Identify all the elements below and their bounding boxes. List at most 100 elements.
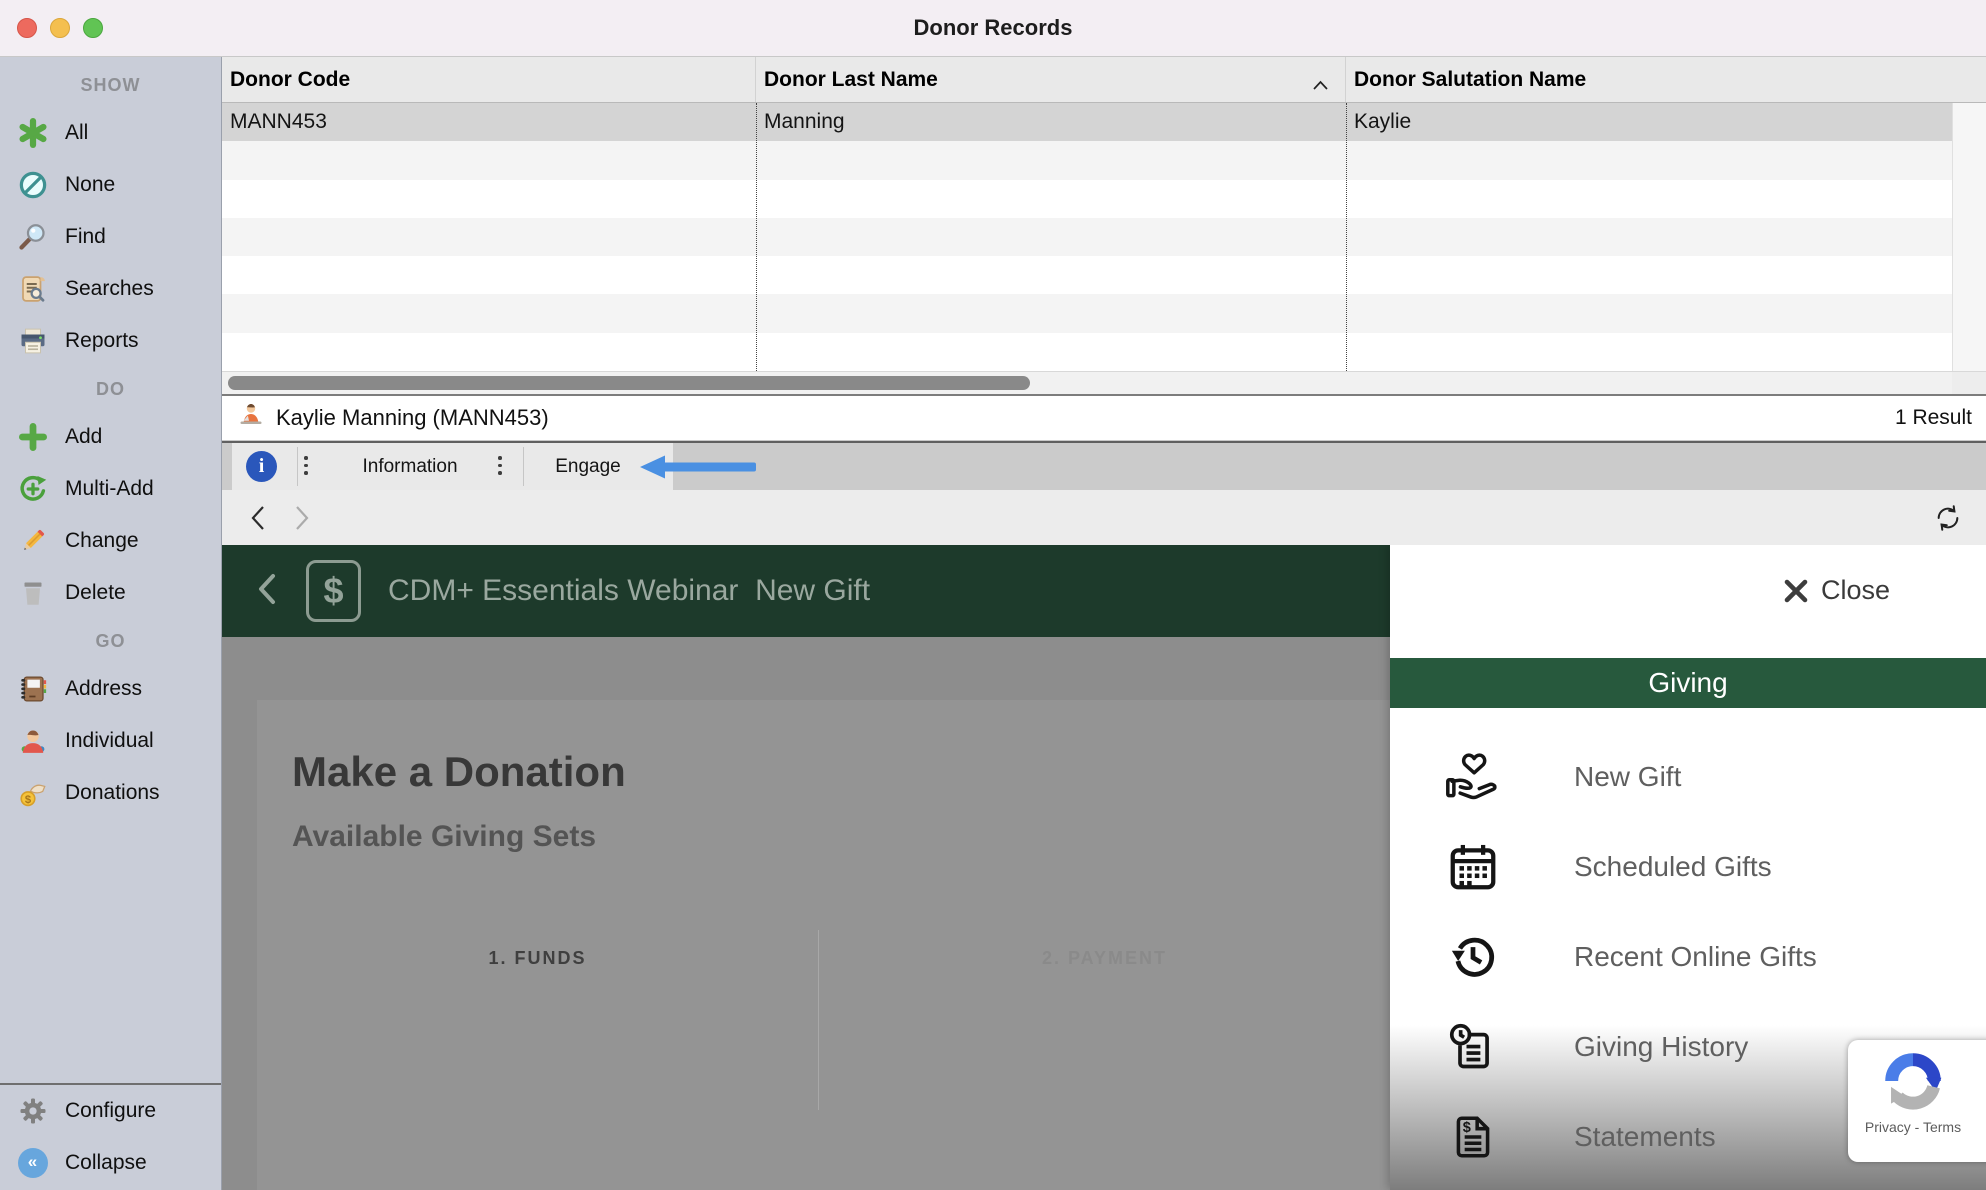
address-book-icon xyxy=(17,674,48,705)
sidebar-item-delete[interactable]: Delete xyxy=(0,567,221,619)
cell-donor-code: MANN453 xyxy=(222,103,756,141)
recaptcha-badge[interactable]: Privacy - Terms xyxy=(1848,1040,1986,1162)
sidebar-item-label: Reports xyxy=(65,329,139,353)
heart-hand-icon xyxy=(1444,748,1502,806)
menu-item-new-gift[interactable]: New Gift xyxy=(1390,732,1986,822)
sidebar-item-collapse[interactable]: « Collapse xyxy=(0,1137,221,1189)
column-label: Donor Code xyxy=(230,68,350,92)
recaptcha-privacy-terms[interactable]: Privacy - Terms xyxy=(1848,1119,1978,1135)
selected-record: Kaylie Manning (MANN453) xyxy=(236,400,549,436)
menu-item-label: Recent Online Gifts xyxy=(1574,941,1817,973)
sidebar-item-label: Configure xyxy=(65,1099,156,1123)
drag-handle-icon[interactable] xyxy=(498,456,502,475)
sidebar-item-individual[interactable]: Individual xyxy=(0,715,221,767)
circle-slash-icon xyxy=(17,170,48,201)
close-window-button[interactable] xyxy=(17,18,37,38)
history-clock-icon xyxy=(1444,928,1502,986)
zoom-window-button[interactable] xyxy=(83,18,103,38)
svg-text:$: $ xyxy=(24,794,31,806)
printer-icon xyxy=(17,326,48,357)
menu-item-scheduled-gifts[interactable]: Scheduled Gifts xyxy=(1390,822,1986,912)
magnifier-icon xyxy=(17,222,48,253)
sidebar-item-configure[interactable]: Configure xyxy=(0,1085,221,1137)
sidebar-item-find[interactable]: Find xyxy=(0,211,221,263)
chevron-left-icon[interactable] xyxy=(256,572,278,611)
document-clock-icon xyxy=(1444,1018,1502,1076)
window-title: Donor Records xyxy=(0,15,1986,41)
sidebar-item-all[interactable]: All xyxy=(0,107,221,159)
tab-label: Engage xyxy=(555,456,621,478)
horizontal-scrollbar-thumb[interactable] xyxy=(228,376,1030,390)
webinar-header: $ CDM+ Essentials Webinar New Gift xyxy=(222,545,1390,637)
sidebar-item-label: Collapse xyxy=(65,1151,147,1175)
donation-title: Make a Donation xyxy=(292,748,1390,796)
forward-icon[interactable] xyxy=(288,504,314,537)
svg-text:$: $ xyxy=(1463,1120,1471,1136)
sidebar-item-donations[interactable]: $ Donations xyxy=(0,767,221,819)
donation-subtitle: Available Giving Sets xyxy=(292,820,1390,854)
menu-item-label: Giving History xyxy=(1574,1031,1748,1063)
sidebar-item-label: Delete xyxy=(65,581,126,605)
cell-donor-salutation: Kaylie xyxy=(1346,103,1952,141)
webview-nav-bar xyxy=(222,490,1986,545)
asterisk-icon xyxy=(17,118,48,149)
sidebar-item-multi-add[interactable]: Multi-Add xyxy=(0,463,221,515)
menu-item-recent-online-gifts[interactable]: Recent Online Gifts xyxy=(1390,912,1986,1002)
refresh-icon[interactable] xyxy=(1932,502,1964,539)
dollar-document-icon: $ xyxy=(1444,1108,1502,1166)
table-row-empty xyxy=(222,180,1986,218)
close-button[interactable]: Close xyxy=(1783,575,1890,606)
selected-record-label: Kaylie Manning (MANN453) xyxy=(276,405,549,431)
step-funds[interactable]: 1. FUNDS xyxy=(257,930,818,1110)
tab-information[interactable]: Information xyxy=(297,443,523,490)
column-label: Donor Salutation Name xyxy=(1354,68,1586,92)
step-payment: 2. PAYMENT xyxy=(818,930,1390,1110)
tab-label: Information xyxy=(362,456,457,478)
sidebar-item-reports[interactable]: Reports xyxy=(0,315,221,367)
sidebar-item-label: Searches xyxy=(65,277,154,301)
minimize-window-button[interactable] xyxy=(50,18,70,38)
sidebar-item-none[interactable]: None xyxy=(0,159,221,211)
column-header-donor-last-name[interactable]: Donor Last Name xyxy=(756,57,1346,102)
person-icon xyxy=(17,726,48,757)
sidebar-item-label: Find xyxy=(65,225,106,249)
sidebar-item-searches[interactable]: Searches xyxy=(0,263,221,315)
cell-donor-last-name: Manning xyxy=(756,103,1346,141)
table-row-empty xyxy=(222,294,1986,332)
sidebar-section-go: GO xyxy=(0,619,221,663)
collapse-icon: « xyxy=(17,1148,48,1179)
table-row-empty xyxy=(222,141,1986,179)
menu-item-label: Statements xyxy=(1574,1121,1716,1153)
sidebar-item-label: None xyxy=(65,173,115,197)
sidebar-item-label: Address xyxy=(65,677,142,701)
sidebar-item-label: Add xyxy=(65,425,102,449)
sidebar-item-change[interactable]: Change xyxy=(0,515,221,567)
column-header-donor-code[interactable]: Donor Code xyxy=(222,57,756,102)
table-row-selected[interactable]: MANN453 Manning Kaylie xyxy=(222,103,1986,141)
info-icon[interactable]: i xyxy=(246,451,277,482)
sidebar-item-add[interactable]: Add xyxy=(0,411,221,463)
column-header-donor-salutation-name[interactable]: Donor Salutation Name xyxy=(1346,57,1952,102)
horizontal-scrollbar-track[interactable] xyxy=(222,371,1986,394)
dollar-badge-icon: $ xyxy=(306,560,361,622)
column-divider xyxy=(1346,103,1347,371)
recaptcha-icon xyxy=(1848,1050,1978,1117)
sidebar-item-label: Multi-Add xyxy=(65,477,154,501)
sidebar-item-label: Donations xyxy=(65,781,160,805)
plus-icon xyxy=(17,422,48,453)
sidebar-section-do: DO xyxy=(0,367,221,411)
giving-panel: Close Giving New Gift Scheduled Gifts xyxy=(1390,545,1986,1190)
pencil-icon xyxy=(17,526,48,557)
back-icon[interactable] xyxy=(246,504,272,537)
engage-webview: Make a Donation Available Giving Sets 1.… xyxy=(222,545,1986,1190)
annotation-arrow-icon xyxy=(640,453,758,486)
titlebar: Donor Records xyxy=(0,0,1986,57)
vertical-scrollbar-track[interactable] xyxy=(1952,103,1986,371)
sidebar-item-address[interactable]: Address xyxy=(0,663,221,715)
tab-engage[interactable]: Engage xyxy=(523,443,653,490)
table-row-empty xyxy=(222,256,1986,294)
table-header: Donor Code Donor Last Name Donor Salutat… xyxy=(222,57,1986,103)
tab-bar: i Information Engage xyxy=(222,441,1986,490)
scrollbar-corner xyxy=(1952,372,1986,395)
sidebar-item-label: Individual xyxy=(65,729,154,753)
